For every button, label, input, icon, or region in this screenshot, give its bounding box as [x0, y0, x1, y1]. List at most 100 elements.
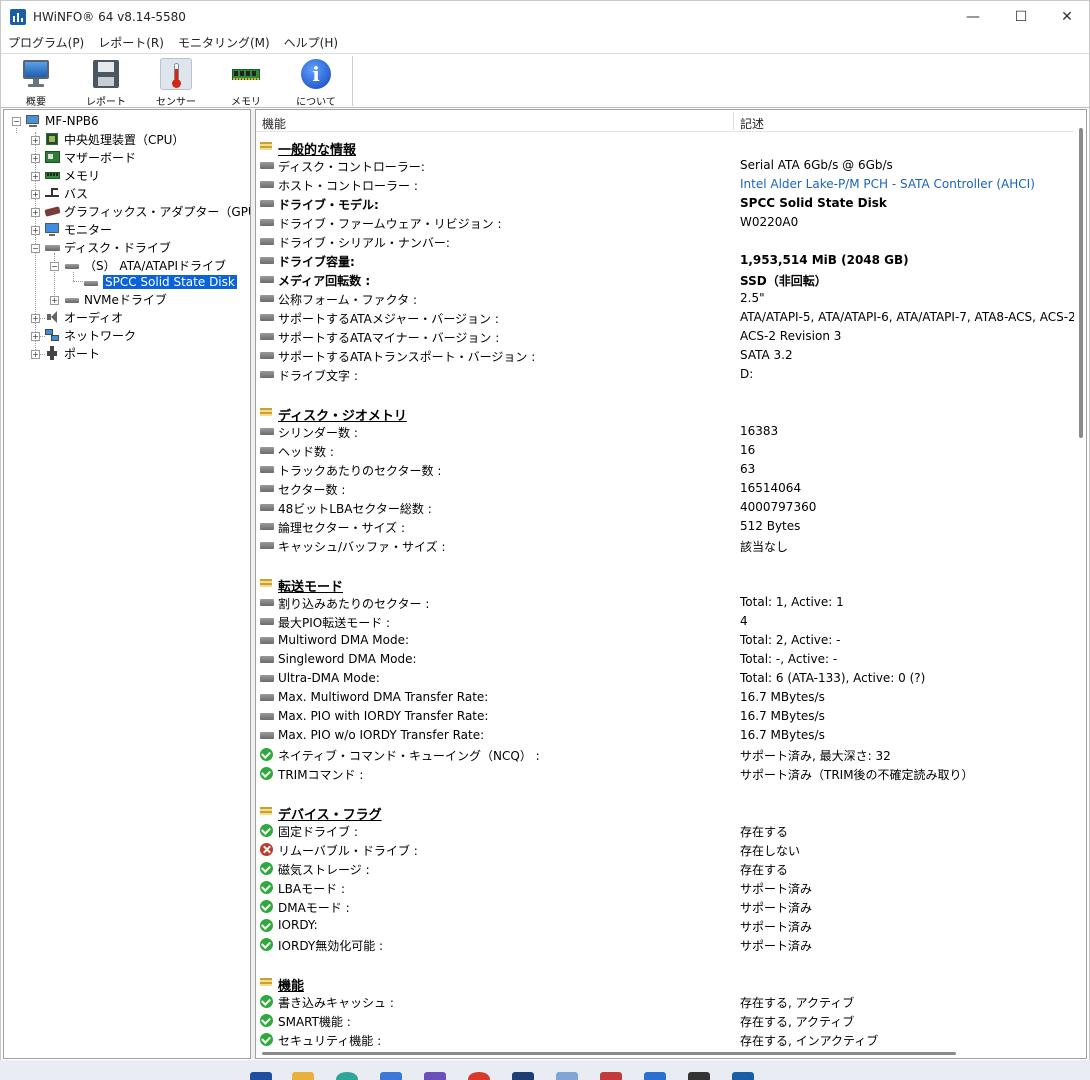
section-header[interactable]: 一般的な情報 [260, 137, 1060, 158]
tree-node-audio[interactable]: オーディオ [44, 308, 123, 326]
detail-row[interactable]: サポートするATAトランスポート・バージョン : SATA 3.2 [260, 346, 1060, 365]
tree-node-ports[interactable]: ポート [44, 344, 100, 362]
tree-node-gpu[interactable]: グラフィックス・アダプター（GPU） [44, 202, 250, 220]
tree-node-motherboard[interactable]: マザーボード [44, 148, 136, 166]
taskbar-app-icon[interactable] [688, 1072, 710, 1080]
close-button[interactable]: ✕ [1043, 1, 1090, 32]
menu-help[interactable]: ヘルプ(H) [277, 34, 345, 51]
detail-row[interactable]: ドライブ・モデル: SPCC Solid State Disk [260, 194, 1060, 213]
detail-row[interactable]: Max. Multiword DMA Transfer Rate: 16.7 MB… [260, 688, 1060, 707]
tree-node-bus[interactable]: バス [44, 184, 88, 202]
expand-monitor-toggle[interactable]: + [31, 226, 40, 235]
detail-row[interactable]: IORDY無効化可能 : サポート済み [260, 935, 1060, 954]
tree-node-nvme[interactable]: NVMeドライブ [64, 290, 167, 308]
browser-icon[interactable] [336, 1072, 358, 1080]
detail-row[interactable]: トラックあたりのセクター数 : 63 [260, 460, 1060, 479]
sensors-button[interactable]: センサー [150, 58, 202, 108]
detail-row[interactable]: SMART機能 : 存在する, アクティブ [260, 1011, 1060, 1030]
detail-row[interactable]: 磁気ストレージ : 存在する [260, 859, 1060, 878]
detail-row[interactable]: ホスト・コントローラー : Intel Alder Lake-P/M PCH - … [260, 175, 1060, 194]
expand-memory-toggle[interactable]: + [31, 172, 40, 181]
detail-row[interactable]: Max. PIO with IORDY Transfer Rate: 16.7 M… [260, 707, 1060, 726]
tree-node-disk-drives[interactable]: ディスク・ドライブ [44, 238, 171, 256]
detail-row[interactable]: 48ビットLBAセクター総数 : 4000797360 [260, 498, 1060, 517]
detail-row[interactable]: 論理セクター・サイズ : 512 Bytes [260, 517, 1060, 536]
report-button[interactable]: レポート [80, 58, 132, 108]
detail-row[interactable]: 割り込みあたりのセクター : Total: 1, Active: 1 [260, 593, 1060, 612]
horizontal-scrollbar[interactable] [256, 1048, 1074, 1058]
menu-report[interactable]: レポート(R) [91, 34, 171, 51]
detail-row[interactable]: 最大PIO転送モード : 4 [260, 612, 1060, 631]
description-column-header[interactable]: 記述 [740, 115, 764, 132]
tree-node-memory[interactable]: メモリ [44, 166, 100, 184]
taskbar-app-icon[interactable] [644, 1072, 666, 1080]
feature-column-header[interactable]: 機能 [262, 115, 286, 132]
tree-node-cpu[interactable]: 中央処理装置（CPU） [44, 130, 184, 148]
menu-monitoring[interactable]: モニタリング(M) [171, 34, 277, 51]
detail-row[interactable]: DMAモード : サポート済み [260, 897, 1060, 916]
tree-node-root[interactable]: MF-NPB6 [25, 112, 99, 130]
taskbar-app-icon[interactable] [600, 1072, 622, 1080]
detail-row[interactable]: Singleword DMA Mode: Total: -, Active: - [260, 650, 1060, 669]
detail-row[interactable]: TRIMコマンド : サポート済み（TRIM後の不確定読み取り） [260, 764, 1060, 783]
taskbar-app-icon[interactable] [468, 1072, 490, 1080]
detail-row[interactable]: セキュリティ機能 : 存在する, インアクティブ [260, 1030, 1060, 1049]
detail-row[interactable]: サポートするATAメジャー・バージョン : ATA/ATAPI-5, ATA/AT… [260, 308, 1076, 327]
detail-row[interactable]: 固定ドライブ : 存在する [260, 821, 1060, 840]
detail-row[interactable]: ドライブ文字 : D: [260, 365, 1060, 384]
detail-row[interactable]: ディスク・コントローラー: Serial ATA 6Gb/s @ 6Gb/s [260, 156, 1060, 175]
expand-bus-toggle[interactable]: + [31, 190, 40, 199]
detail-value-link[interactable]: Intel Alder Lake-P/M PCH - SATA Controll… [740, 177, 1035, 191]
taskbar-app-icon[interactable] [250, 1072, 272, 1080]
memory-button[interactable]: メモリ [220, 58, 272, 108]
detail-row[interactable]: Multiword DMA Mode: Total: 2, Active: - [260, 631, 1060, 650]
collapse-ata-toggle[interactable]: − [50, 262, 59, 271]
about-button[interactable]: i について [290, 58, 342, 108]
detail-row[interactable]: ドライブ容量: 1,953,514 MiB (2048 GB) [260, 251, 1060, 270]
taskbar-app-icon[interactable] [512, 1072, 534, 1080]
detail-row[interactable]: セクター数 : 16514064 [260, 479, 1060, 498]
taskbar-app-icon[interactable] [380, 1072, 402, 1080]
detail-row[interactable]: ネイティブ・コマンド・キューイング（NCQ） : サポート済み, 最大深さ: 32 [260, 745, 1060, 764]
detail-row[interactable]: ドライブ・シリアル・ナンバー: [260, 232, 1060, 251]
section-header[interactable]: デバイス・フラグ [260, 802, 1060, 823]
detail-row[interactable]: LBAモード : サポート済み [260, 878, 1060, 897]
column-separator[interactable] [733, 112, 734, 130]
expand-motherboard-toggle[interactable]: + [31, 154, 40, 163]
detail-row[interactable]: Max. PIO w/o IORDY Transfer Rate: 16.7 MB… [260, 726, 1060, 745]
collapse-disk-toggle[interactable]: − [31, 244, 40, 253]
minimize-button[interactable]: — [949, 1, 997, 32]
detail-row[interactable]: 書き込みキャッシュ : 存在する, アクティブ [260, 992, 1060, 1011]
expand-network-toggle[interactable]: + [31, 332, 40, 341]
tree-node-monitor[interactable]: モニター [44, 220, 112, 238]
expand-ports-toggle[interactable]: + [31, 350, 40, 359]
maximize-button[interactable]: ☐ [997, 1, 1045, 32]
detail-row[interactable]: サポートするATAマイナー・バージョン : ACS-2 Revision 3 [260, 327, 1060, 346]
detail-row[interactable]: 公称フォーム・ファクタ : 2.5" [260, 289, 1060, 308]
detail-row[interactable]: シリンダー数 : 16383 [260, 422, 1060, 441]
detail-row[interactable]: キャッシュ/バッファ・サイズ : 該当なし [260, 536, 1060, 555]
detail-row[interactable]: IORDY: サポート済み [260, 916, 1060, 935]
hwinfo-taskbar-icon[interactable] [732, 1072, 754, 1080]
menu-program[interactable]: プログラム(P) [1, 34, 91, 51]
detail-row[interactable]: メディア回転数 : SSD（非回転） [260, 270, 1060, 289]
folder-icon[interactable] [292, 1072, 314, 1080]
tree-node-ata-drives[interactable]: （S） ATA/ATAPIドライブ [64, 256, 226, 274]
section-header[interactable]: 機能 [260, 973, 1060, 994]
expand-gpu-toggle[interactable]: + [31, 208, 40, 217]
section-header[interactable]: ディスク・ジオメトリ [260, 403, 1060, 424]
detail-row[interactable]: ヘッド数 : 16 [260, 441, 1060, 460]
section-header[interactable]: 転送モード [260, 574, 1060, 595]
expand-cpu-toggle[interactable]: + [31, 136, 40, 145]
taskbar-app-icon[interactable] [424, 1072, 446, 1080]
vertical-scrollbar[interactable] [1074, 110, 1086, 1058]
summary-button[interactable]: 概要 [10, 58, 62, 108]
device-tree[interactable]: − MF-NPB6 + 中央処理装置（CPU） + マザーボード + メモリ +… [3, 109, 251, 1059]
detail-row[interactable]: ドライブ・ファームウェア・リビジョン : W0220A0 [260, 213, 1060, 232]
detail-row[interactable]: Ultra-DMA Mode: Total: 6 (ATA-133), Activ… [260, 669, 1060, 688]
tree-node-network[interactable]: ネットワーク [44, 326, 136, 344]
vertical-scroll-thumb[interactable] [1079, 128, 1083, 438]
collapse-root-toggle[interactable]: − [12, 117, 21, 126]
horizontal-scroll-thumb[interactable] [262, 1052, 956, 1055]
expand-nvme-toggle[interactable]: + [50, 296, 59, 305]
